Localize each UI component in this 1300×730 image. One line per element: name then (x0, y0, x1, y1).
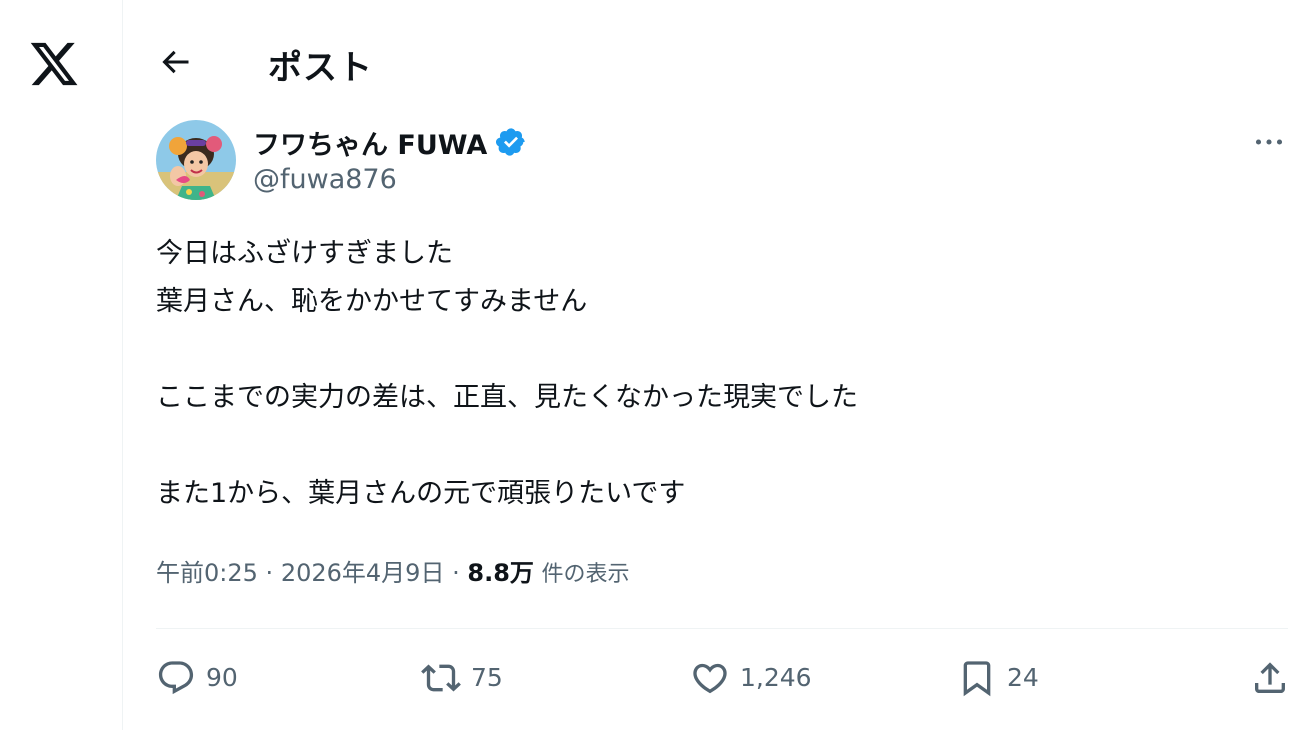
tweet-line: 葉月さん、恥をかかせてすみません (156, 286, 588, 317)
meta-separator: · (452, 559, 460, 587)
share-button[interactable] (1250, 650, 1300, 706)
action-bar: 90 75 1,246 24 (156, 650, 1288, 706)
views-count[interactable]: 8.8万 (467, 559, 534, 587)
author-name-row: フワちゃん FUWA (253, 122, 527, 162)
author-display-name[interactable]: フワちゃん FUWA (253, 123, 487, 162)
repost-count: 75 (471, 663, 503, 692)
heart-icon (693, 663, 727, 694)
tweet-line: また1から、葉月さんの元で頑張りたいです (156, 478, 686, 509)
tweet-line: ここまでの実力の差は、正直、見たくなかった現実でした (156, 382, 858, 413)
author-handle[interactable]: @fuwa876 (253, 164, 397, 195)
avatar-image (156, 120, 236, 200)
post-detail-column: ポスト フワちゃん FUWA @fuwa876 今日はふざけすぎました 葉月さん… (123, 0, 1300, 730)
like-button[interactable]: 1,246 (690, 650, 812, 706)
tweet-date[interactable]: 2026年4月9日 (281, 559, 445, 587)
like-count: 1,246 (740, 663, 812, 692)
repost-icon (421, 664, 461, 692)
page-title: ポスト (268, 48, 373, 88)
page-header: ポスト (123, 30, 1300, 94)
reply-button[interactable]: 90 (156, 650, 238, 706)
tweet-meta: 午前0:25 · 2026年4月9日 · 8.8万 件の表示 (156, 553, 630, 588)
bookmark-button[interactable]: 24 (957, 650, 1039, 706)
reply-count: 90 (206, 663, 238, 692)
verified-badge-icon[interactable] (495, 126, 527, 158)
more-horizontal-icon[interactable] (1251, 124, 1287, 160)
arrow-left-icon[interactable] (157, 44, 193, 80)
divider (156, 628, 1288, 629)
bookmark-count: 24 (1007, 663, 1039, 692)
reply-icon (158, 661, 194, 695)
repost-button[interactable]: 75 (421, 650, 503, 706)
views-label: 件の表示 (541, 562, 630, 587)
tweet-line: 今日はふざけすぎました (156, 238, 453, 269)
tweet-time[interactable]: 午前0:25 (156, 559, 258, 587)
share-icon (1255, 662, 1285, 693)
bookmark-icon (963, 661, 991, 697)
x-logo-icon[interactable] (28, 38, 80, 90)
tweet-text: 今日はふざけすぎました 葉月さん、恥をかかせてすみません ここまでの実力の差は、… (156, 230, 1256, 518)
avatar[interactable] (156, 120, 236, 200)
meta-separator: · (265, 559, 274, 587)
left-nav-rail (0, 0, 123, 730)
